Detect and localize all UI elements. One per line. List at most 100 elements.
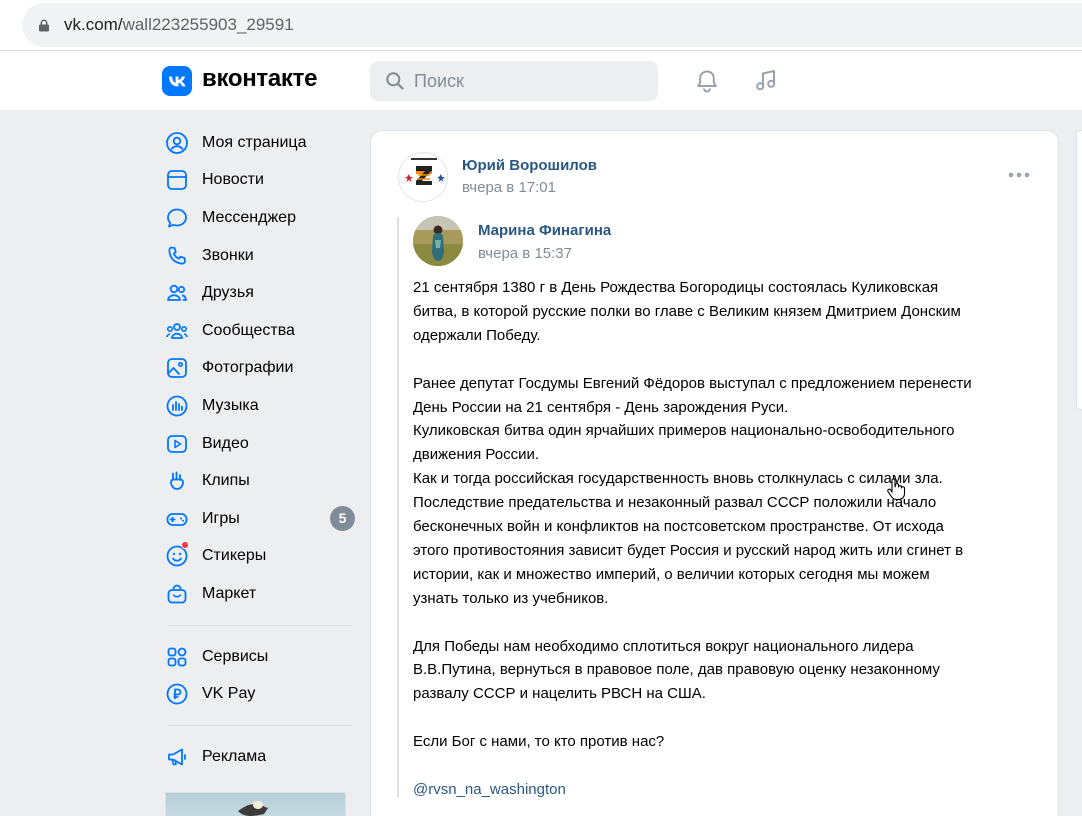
sidebar-item-label: Сообщества — [202, 321, 295, 339]
search-box[interactable] — [370, 61, 658, 101]
sidebar-item-communities[interactable]: Сообщества — [160, 312, 360, 350]
sidebar-item-calls[interactable]: Звонки — [160, 237, 360, 275]
sidebar-item-label: Фотографии — [202, 359, 294, 377]
sidebar-item-my-page[interactable]: Моя страница — [160, 124, 360, 162]
sidebar-item-label: VK Pay — [202, 685, 256, 703]
megaphone-icon — [168, 748, 186, 766]
more-options-icon[interactable] — [1007, 169, 1031, 181]
url-text[interactable]: vk.com/wall223255903_29591 — [64, 15, 294, 35]
post-text-line: Куликовская битва один ярчайших примеров… — [413, 422, 955, 440]
back-arrow-icon[interactable]: ‹ — [0, 14, 6, 36]
vk-logo-text[interactable]: вконтакте — [202, 65, 317, 93]
sidebar-item-label: Стикеры — [202, 547, 267, 565]
phone-icon — [168, 246, 186, 265]
post-text-line: В.В.Путина, вернуться в правовое поле, д… — [413, 661, 940, 679]
sidebar-item-label: Реклама — [202, 747, 267, 765]
post-text-line: Как и тогда российская государственность… — [413, 470, 943, 488]
sidebar-item-label: Видео — [202, 434, 249, 452]
sidebar-item-clips[interactable]: Клипы — [160, 462, 360, 500]
repost-author-avatar[interactable] — [413, 216, 463, 266]
vk-logo-icon[interactable] — [162, 66, 192, 96]
post-text-blank-line — [413, 754, 1041, 778]
post-text-line: День России на 21 сентября - День зарожд… — [413, 398, 789, 416]
friends-icon — [167, 284, 188, 302]
sidebar-divider — [168, 724, 352, 726]
post-author-name[interactable]: Юрий Ворошилов — [462, 157, 597, 174]
sidebar-item-stickers[interactable]: Стикеры — [160, 538, 360, 576]
sidebar-item-market[interactable]: Маркет — [160, 575, 360, 613]
games-icon — [166, 512, 188, 526]
post-body: 21 сентября 1380 г в День Рождества Бого… — [413, 276, 1041, 802]
sidebar-item-vk-pay[interactable]: VK Pay — [160, 675, 360, 713]
post-mention-line: @rvsn_na_washington — [413, 778, 1041, 802]
post-timestamp[interactable]: вчера в 17:01 — [462, 179, 556, 196]
services-icon — [167, 647, 187, 666]
notification-dot — [181, 540, 189, 549]
vk-header: вконтакте — [0, 51, 1082, 111]
repost-timestamp[interactable]: вчера в 15:37 — [478, 245, 572, 262]
post-text-line: узнать только из учебников. — [413, 589, 609, 607]
post-text-line: движения России. — [413, 446, 540, 464]
sidebar-item-video[interactable]: Видео — [160, 425, 360, 463]
sidebar-item-label: Клипы — [202, 472, 250, 490]
sidebar-item-label: Звонки — [202, 246, 254, 264]
sidebar-item-ads[interactable]: Реклама — [160, 738, 360, 776]
sidebar-item-label: Сервисы — [202, 647, 269, 665]
url-path: wall223255903_29591 — [122, 15, 294, 34]
post-card: Юрий Ворошилов вчера в 17:01 Марина Фина… — [370, 130, 1059, 816]
sidebar: Моя страница Новости Мессенджер Звонки Д… — [160, 124, 360, 776]
sidebar-item-messenger[interactable]: Мессенджер — [160, 199, 360, 237]
search-icon — [386, 72, 404, 90]
photos-icon — [167, 358, 187, 379]
sidebar-item-news[interactable]: Новости — [160, 162, 360, 200]
market-icon — [167, 584, 187, 604]
sidebar-item-label: Музыка — [202, 396, 259, 414]
sidebar-promo-image[interactable] — [165, 792, 346, 816]
post-text-blank-line — [413, 706, 1041, 730]
repost-author-name[interactable]: Марина Финагина — [478, 222, 611, 239]
sidebar-item-label: Маркет — [202, 584, 257, 602]
games-count-badge: 5 — [330, 506, 355, 532]
lock-icon[interactable] — [38, 19, 50, 32]
url-host: vk.com/ — [64, 15, 123, 34]
hand-cursor-icon — [887, 478, 906, 501]
sidebar-item-friends[interactable]: Друзья — [160, 274, 360, 312]
post-text-line: Последствие предательства и незаконный р… — [413, 494, 937, 512]
communities-icon — [166, 322, 188, 339]
browser-bar: ‹ vk.com/wall223255903_29591 — [0, 0, 1082, 51]
bell-icon[interactable] — [693, 67, 721, 95]
post-text-line: этого противостояния зависит будет Росси… — [413, 541, 964, 559]
post-text-line: развалу СССР и нацелить РВСН на США. — [413, 685, 706, 703]
sidebar-item-label: Мессенджер — [202, 208, 296, 226]
post-text-line: Если Бог с нами, то кто против нас? — [413, 733, 665, 751]
vkpay-icon — [166, 683, 188, 705]
sidebar-item-games[interactable]: Игры 5 — [160, 500, 360, 538]
user-circle-icon — [166, 131, 188, 154]
mention-link[interactable]: @rvsn_na_washington — [413, 781, 566, 798]
search-input[interactable] — [414, 61, 644, 101]
news-icon — [167, 170, 187, 191]
music-note-icon[interactable] — [752, 66, 780, 94]
sidebar-item-label: Друзья — [202, 284, 254, 302]
clips-icon — [170, 471, 184, 491]
sidebar-item-label: Новости — [202, 171, 264, 189]
sidebar-item-label: Игры — [202, 509, 240, 527]
post-text-line: истории, как и множество империй, о вели… — [413, 565, 930, 583]
post-text-line: бесконечных войн и конфликтов на постсов… — [413, 518, 944, 536]
sidebar-item-photos[interactable]: Фотографии — [160, 350, 360, 388]
sidebar-divider — [168, 624, 352, 626]
repost-indicator-line — [397, 217, 399, 797]
post-text-line: Для Победы нам необходимо сплотиться вок… — [413, 637, 914, 655]
sidebar-item-music[interactable]: Музыка — [160, 387, 360, 425]
address-bar[interactable]: vk.com/wall223255903_29591 — [22, 3, 1082, 47]
post-text-line: 21 сентября 1380 г в День Рождества Бого… — [413, 279, 939, 296]
music-icon — [166, 395, 188, 417]
post-text-line: Ранее депутат Госдумы Евгений Фёдоров вы… — [413, 374, 972, 392]
author-avatar[interactable] — [398, 152, 448, 202]
right-column-card — [1076, 130, 1082, 410]
post-text-line: битва, в которой русские полки во главе … — [413, 302, 961, 320]
post-text-blank-line — [413, 348, 1041, 372]
post-text-blank-line — [413, 611, 1041, 635]
post-text-line: одержали Победу. — [413, 326, 541, 344]
sidebar-item-services[interactable]: Сервисы — [160, 638, 360, 676]
